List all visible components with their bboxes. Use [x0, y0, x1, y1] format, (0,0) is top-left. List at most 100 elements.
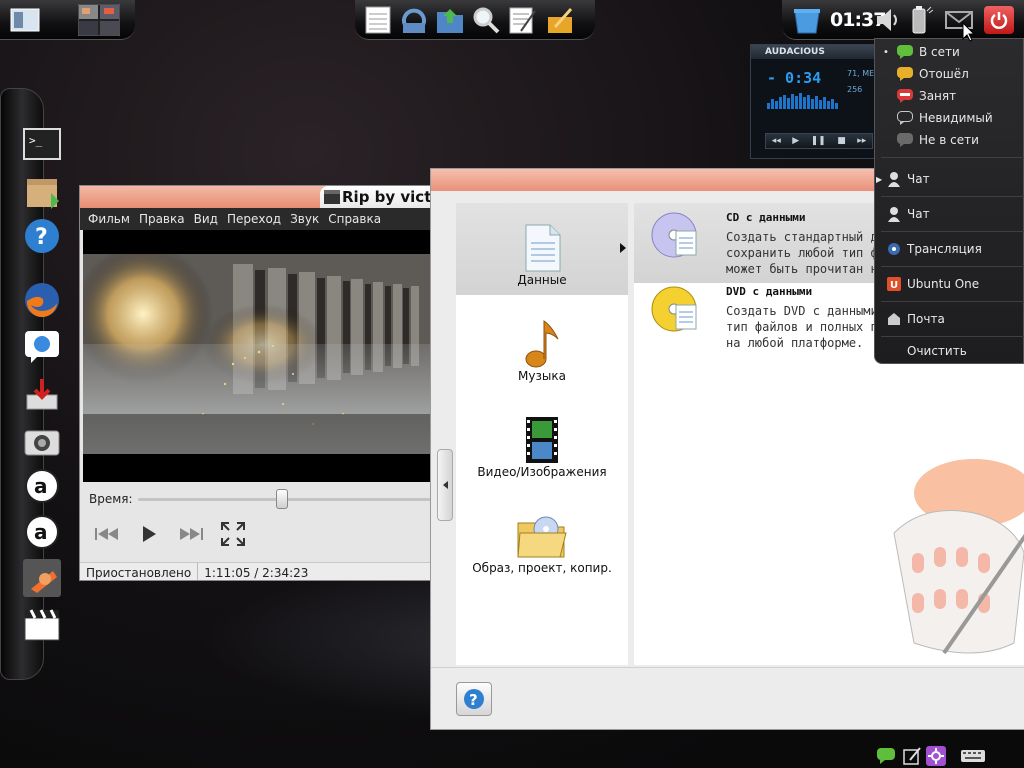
- trash-icon: [794, 9, 820, 34]
- menu-help[interactable]: Справка: [328, 212, 381, 226]
- volume-button[interactable]: [870, 5, 904, 35]
- dock-installer[interactable]: [22, 374, 62, 414]
- status-invisible[interactable]: Невидимый: [875, 107, 1024, 129]
- power-icon: [990, 12, 1008, 29]
- status-away-label: Отошёл: [919, 67, 969, 81]
- app-ubuntu-one[interactable]: U Ubuntu One: [875, 273, 1024, 295]
- text-editor-icon: [509, 7, 536, 34]
- battery-button[interactable]: [902, 5, 936, 35]
- svg-text:?: ?: [35, 225, 48, 250]
- menu-go[interactable]: Переход: [227, 212, 281, 226]
- menu-film[interactable]: Фильм: [88, 212, 130, 226]
- tray-notes[interactable]: [902, 746, 922, 766]
- svg-text:a: a: [34, 474, 48, 498]
- volume-icon: [877, 9, 897, 31]
- category-list: Данные Музыка Видео/Изображения Образ, п…: [456, 203, 628, 665]
- dock-files[interactable]: [22, 172, 62, 212]
- battery-icon: [912, 6, 933, 34]
- app-chat-2-label: Чат: [907, 207, 930, 221]
- category-video[interactable]: Видео/Изображения: [456, 395, 628, 487]
- option-data-dvd-title: DVD с данными: [726, 285, 813, 298]
- audacious-stop-button[interactable]: ■: [837, 136, 846, 146]
- menu-view[interactable]: Вид: [194, 212, 218, 226]
- svg-text:U: U: [890, 280, 898, 291]
- launcher-1[interactable]: [361, 5, 395, 35]
- play-button[interactable]: [134, 520, 164, 548]
- svg-text:?: ?: [469, 691, 478, 709]
- dock-chat[interactable]: [22, 326, 62, 366]
- audacious-visualizer: [767, 93, 838, 109]
- launcher-2[interactable]: [397, 5, 431, 35]
- tray-chat[interactable]: [876, 746, 896, 766]
- launcher-4[interactable]: [469, 5, 503, 35]
- play-icon: [143, 526, 156, 542]
- status-offline-label: Не в сети: [919, 133, 979, 147]
- category-image[interactable]: Образ, проект, копир.: [456, 491, 628, 583]
- status-busy-icon: [897, 89, 913, 103]
- app-chat-2[interactable]: Чат: [875, 203, 1024, 225]
- seek-label: Время:: [89, 492, 133, 506]
- clear-button[interactable]: Очистить: [875, 340, 1024, 362]
- notes-icon: [903, 747, 921, 765]
- launcher-3[interactable]: [433, 5, 467, 35]
- next-button[interactable]: [176, 520, 206, 548]
- status-away[interactable]: Отошёл: [875, 63, 1024, 85]
- dock-camera[interactable]: [22, 420, 62, 460]
- broadcast-icon: [888, 243, 900, 255]
- top-panel: 01:37: [0, 0, 1024, 40]
- video-area[interactable]: [83, 230, 430, 482]
- tray-keyboard[interactable]: [960, 746, 986, 766]
- show-desktop-button[interactable]: [8, 5, 42, 35]
- help-button[interactable]: ?: [456, 682, 492, 716]
- skip-forward-icon: [180, 528, 203, 540]
- app-chat-1-label: Чат: [907, 172, 930, 186]
- terminal-icon: >_: [23, 128, 61, 160]
- dock-terminal[interactable]: >_: [22, 124, 62, 164]
- dock-amazon-1[interactable]: a: [22, 466, 62, 506]
- app-broadcast[interactable]: Трансляция: [875, 238, 1024, 260]
- audacious-play-button[interactable]: ▶: [792, 136, 799, 146]
- category-data[interactable]: Данные: [456, 203, 628, 295]
- menu-edit[interactable]: Правка: [139, 212, 185, 226]
- film-strip-icon: [526, 417, 558, 463]
- folder-upload-icon: [437, 9, 463, 33]
- brasero-icon: [23, 559, 61, 597]
- launcher-6[interactable]: [543, 5, 577, 35]
- chevron-left-icon: [443, 481, 448, 489]
- player-title-tab: Rip by vict: [320, 186, 430, 208]
- player-titlebar[interactable]: Rip by vict: [80, 186, 430, 208]
- status-offline[interactable]: Не в сети: [875, 129, 1024, 151]
- dock-firefox[interactable]: [22, 280, 62, 320]
- audacious-prev-button[interactable]: ◂◂: [772, 136, 781, 146]
- app-mail[interactable]: Почта: [875, 308, 1024, 330]
- notes-icon: [548, 8, 573, 33]
- status-invisible-icon: [897, 111, 913, 125]
- amazon-icon: a: [25, 469, 59, 503]
- tray-settings[interactable]: [926, 746, 946, 766]
- menu-sound[interactable]: Звук: [290, 212, 319, 226]
- fullscreen-button[interactable]: [218, 520, 248, 548]
- dock-help[interactable]: ?: [22, 216, 62, 256]
- audacious-time: - 0:34: [767, 69, 822, 87]
- previous-button[interactable]: [92, 520, 122, 548]
- launcher-5[interactable]: [505, 5, 539, 35]
- audacious-pause-button[interactable]: ❚❚: [811, 136, 826, 146]
- document-icon: [525, 224, 561, 272]
- dock-video-editor[interactable]: [22, 604, 62, 644]
- status-busy[interactable]: Занят: [875, 85, 1024, 107]
- audacious-next-button[interactable]: ▸▸: [857, 136, 866, 146]
- refresh-icon: [402, 8, 426, 33]
- category-music[interactable]: Музыка: [456, 299, 628, 391]
- desktop-icon: [10, 8, 40, 32]
- shutdown-button[interactable]: [984, 6, 1014, 34]
- dock-brasero[interactable]: [22, 558, 62, 598]
- panel-collapse-handle[interactable]: [437, 449, 453, 521]
- dock-amazon-2[interactable]: a: [22, 512, 62, 552]
- trash-button[interactable]: [790, 5, 824, 35]
- workspace-switcher[interactable]: [78, 4, 120, 36]
- app-chat-1[interactable]: ▶ Чат: [875, 168, 1024, 190]
- status-online[interactable]: • В сети: [875, 41, 1024, 63]
- installer-icon: [26, 379, 58, 410]
- clapperboard-icon: [24, 609, 60, 641]
- seek-handle[interactable]: [276, 489, 288, 509]
